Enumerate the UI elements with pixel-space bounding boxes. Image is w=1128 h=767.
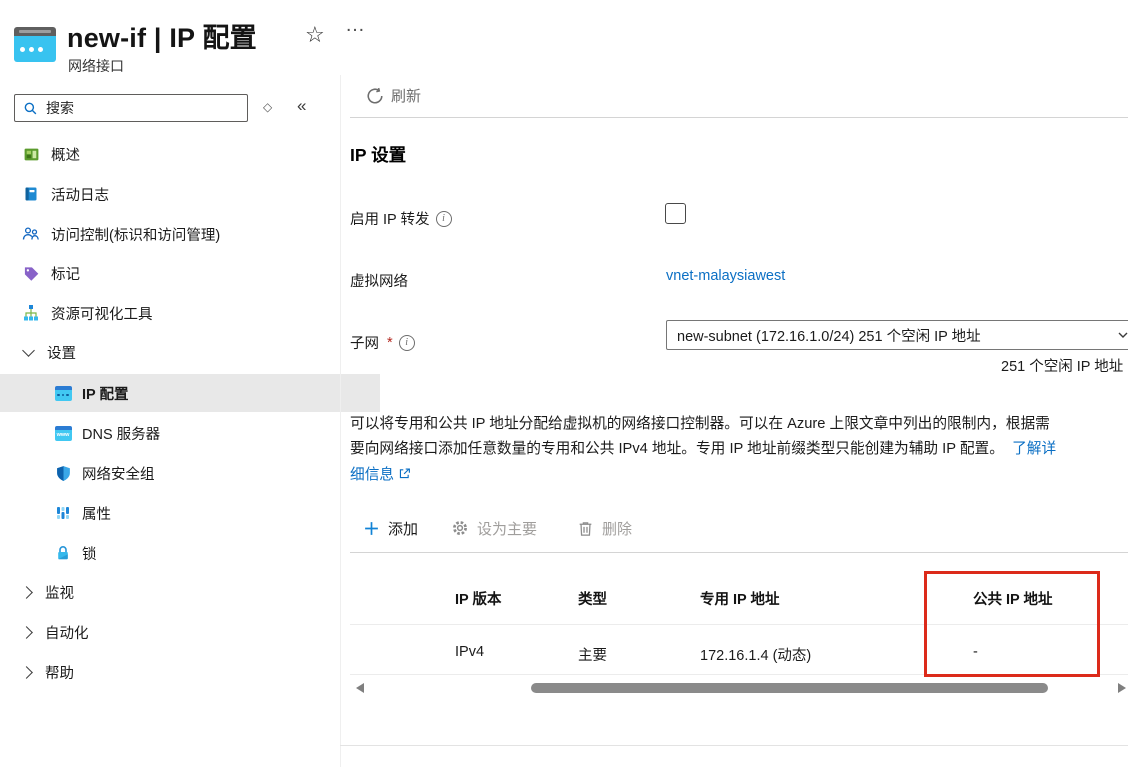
virtual-network-label: 虚拟网络 — [350, 270, 408, 291]
scrollbar-thumb[interactable] — [531, 683, 1048, 693]
ip-forwarding-checkbox[interactable] — [665, 203, 686, 224]
column-header-type[interactable]: 类型 — [578, 588, 607, 609]
shield-icon — [54, 464, 72, 482]
column-header-public-ip[interactable]: 公共 IP 地址 — [973, 588, 1053, 609]
ip-forwarding-label: 启用 IP 转发 i — [350, 208, 452, 229]
subnet-helper-text: 251 个空闲 IP 地址 — [1001, 355, 1123, 376]
plus-icon — [363, 520, 380, 537]
resource-type-subtitle: 网络接口 — [68, 56, 124, 76]
sidebar-item-tags[interactable]: 标记 — [0, 254, 348, 292]
refresh-icon — [366, 87, 384, 105]
cell-public-ip: - — [973, 644, 978, 660]
delete-button[interactable]: 删除 — [577, 518, 632, 539]
network-interface-icon — [14, 27, 56, 62]
sidebar-item-locks[interactable]: 锁 — [0, 534, 380, 572]
azure-portal-blade: new-if | IP 配置 ☆ … 网络接口 ◇ « 概述 活动日志 访问控制… — [0, 0, 1128, 767]
sidebar-group-monitoring[interactable]: 监视 — [0, 573, 350, 611]
lock-icon — [54, 544, 72, 562]
gear-icon — [451, 519, 469, 537]
divider — [350, 624, 1128, 625]
refresh-label: 刷新 — [391, 85, 421, 106]
trash-icon — [577, 520, 594, 537]
divider — [350, 552, 1128, 553]
subnet-label: 子网* i — [350, 332, 415, 353]
ip-configurations-icon — [54, 384, 72, 402]
sidebar-group-settings[interactable]: 设置 — [0, 333, 350, 371]
subnet-dropdown[interactable]: new-subnet (172.16.1.0/24) 251 个空闲 IP 地址 — [666, 320, 1128, 350]
cell-type: 主要 — [578, 644, 607, 665]
sidebar-group-automation[interactable]: 自动化 — [0, 613, 350, 651]
page-title: new-if | IP 配置 — [67, 16, 257, 55]
sidebar-item-properties[interactable]: 属性 — [0, 494, 380, 532]
description-text: 可以将专用和公共 IP 地址分配给虚拟机的网络接口控制器。可以在 Azure 上… — [350, 412, 1128, 489]
favorite-star-icon[interactable]: ☆ — [305, 22, 325, 48]
sidebar-item-activity-log[interactable]: 活动日志 — [0, 175, 348, 213]
divider — [350, 117, 1128, 118]
divider — [340, 745, 1128, 746]
sidebar-item-dns-servers[interactable]: www DNS 服务器 — [0, 414, 380, 452]
virtual-network-link[interactable]: vnet-malaysiawest — [666, 268, 785, 284]
external-link-icon — [398, 464, 411, 489]
sidebar-item-network-security-group[interactable]: 网络安全组 — [0, 454, 380, 492]
sidebar-item-overview[interactable]: 概述 — [0, 135, 348, 173]
sidebar-group-help[interactable]: 帮助 — [0, 653, 350, 691]
table-command-bar: 添加 设为主要 删除 — [350, 514, 632, 542]
chevron-right-icon — [20, 586, 33, 599]
info-icon[interactable]: i — [436, 211, 452, 227]
activity-log-icon — [22, 185, 40, 203]
chevron-down-icon — [1117, 329, 1128, 341]
pane-divider — [340, 75, 341, 767]
column-header-ip-version[interactable]: IP 版本 — [455, 588, 501, 609]
sidebar-item-resource-visualizer[interactable]: 资源可视化工具 — [0, 294, 348, 332]
info-icon[interactable]: i — [399, 335, 415, 351]
sidebar-item-access-control[interactable]: 访问控制(标识和访问管理) — [0, 215, 348, 253]
learn-more-link[interactable]: 细信息 — [350, 467, 394, 483]
learn-more-link[interactable]: 了解详 — [1012, 441, 1056, 457]
set-primary-button[interactable]: 设为主要 — [451, 518, 537, 539]
more-options-icon[interactable]: … — [345, 14, 366, 37]
sidebar-search[interactable] — [14, 94, 248, 122]
chevron-right-icon — [20, 626, 33, 639]
dns-servers-icon: www — [54, 424, 72, 442]
tag-icon — [22, 264, 40, 282]
cell-private-ip: 172.16.1.4 (动态) — [700, 644, 811, 665]
search-icon — [23, 101, 38, 116]
cell-ip-version: IPv4 — [455, 644, 484, 660]
divider — [350, 674, 1128, 675]
refresh-button[interactable]: 刷新 — [366, 85, 421, 106]
chevron-down-icon — [22, 344, 35, 357]
sidebar-item-ip-configurations[interactable]: IP 配置 — [0, 374, 380, 412]
properties-icon — [54, 504, 72, 522]
scroll-left-arrow[interactable] — [356, 683, 364, 693]
scroll-right-arrow[interactable] — [1118, 683, 1126, 693]
subnet-selected-value: new-subnet (172.16.1.0/24) 251 个空闲 IP 地址 — [677, 325, 1117, 346]
required-marker: * — [387, 335, 393, 351]
overview-icon — [22, 145, 40, 163]
collapse-sidebar-icon[interactable]: « — [297, 96, 306, 116]
add-button[interactable]: 添加 — [363, 518, 418, 539]
section-heading: IP 设置 — [350, 142, 406, 167]
chevron-right-icon — [20, 666, 33, 679]
column-header-private-ip[interactable]: 专用 IP 地址 — [700, 588, 780, 609]
pin-icon[interactable]: ◇ — [263, 100, 272, 114]
access-control-icon — [22, 225, 40, 243]
horizontal-scrollbar[interactable] — [350, 680, 1128, 696]
search-input[interactable] — [44, 99, 247, 117]
resource-visualizer-icon — [22, 304, 40, 322]
